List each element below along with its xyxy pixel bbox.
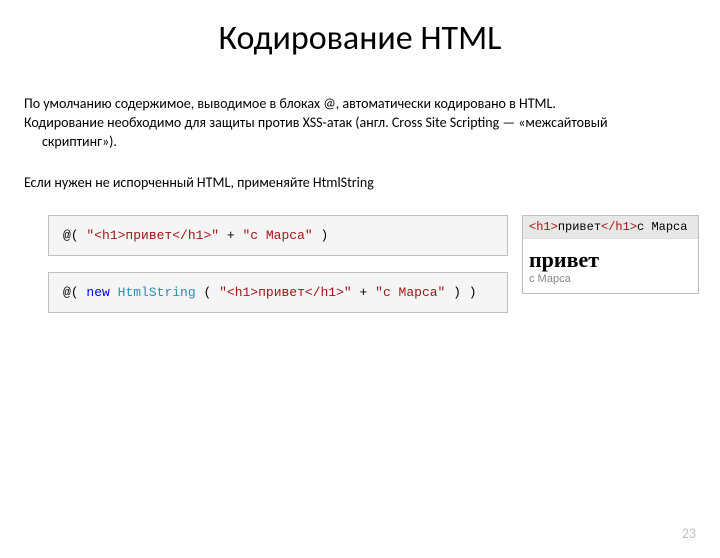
para1-line3: скриптинг»). <box>24 133 696 152</box>
code2-close: ) ) <box>453 285 476 300</box>
code1-at: @( <box>63 228 79 243</box>
render-raw-close: </h1> <box>601 220 637 234</box>
para1-line2: Кодирование необходимо для защиты против… <box>24 114 696 133</box>
code1-close: ) <box>321 228 329 243</box>
slide-title: Кодирование HTML <box>0 18 720 59</box>
paragraph-1: По умолчанию содержимое, выводимое в бло… <box>0 95 720 152</box>
render-h1: привет <box>529 247 692 273</box>
code1-plus: + <box>227 228 243 243</box>
render-html-output: привет с Марса <box>523 239 698 293</box>
code-block-2: @( new HtmlString ( "<h1>привет</h1>" + … <box>48 272 508 313</box>
code2-str1: "<h1>привет</h1>" <box>219 285 352 300</box>
render-preview: <h1>привет</h1>с Марса привет с Марса <box>522 215 699 294</box>
render-raw-open: <h1> <box>529 220 558 234</box>
code-block-1: @( "<h1>привет</h1>" + "с Марса" ) <box>48 215 508 256</box>
code-column: @( "<h1>привет</h1>" + "с Марса" ) @( ne… <box>48 215 508 329</box>
render-escaped-output: <h1>привет</h1>с Марса <box>523 216 698 239</box>
paragraph-2: Если нужен не испорченный HTML, применяй… <box>0 174 720 193</box>
main-row: @( "<h1>привет</h1>" + "с Марса" ) @( ne… <box>0 215 720 329</box>
render-raw-text: привет <box>558 220 601 234</box>
code1-str1: "<h1>привет</h1>" <box>86 228 219 243</box>
code2-plus: + <box>360 285 376 300</box>
para1-line1: По умолчанию содержимое, выводимое в бло… <box>24 95 696 114</box>
code2-str2: "с Марса" <box>375 285 445 300</box>
render-sub: с Марса <box>529 273 692 285</box>
code1-str2: "с Марса" <box>242 228 312 243</box>
page-number: 23 <box>682 525 696 542</box>
code2-type: HtmlString <box>118 285 196 300</box>
code2-at: @( <box>63 285 79 300</box>
code2-new: new <box>86 285 109 300</box>
code2-open: ( <box>203 285 211 300</box>
render-raw-tail: с Марса <box>637 220 687 234</box>
